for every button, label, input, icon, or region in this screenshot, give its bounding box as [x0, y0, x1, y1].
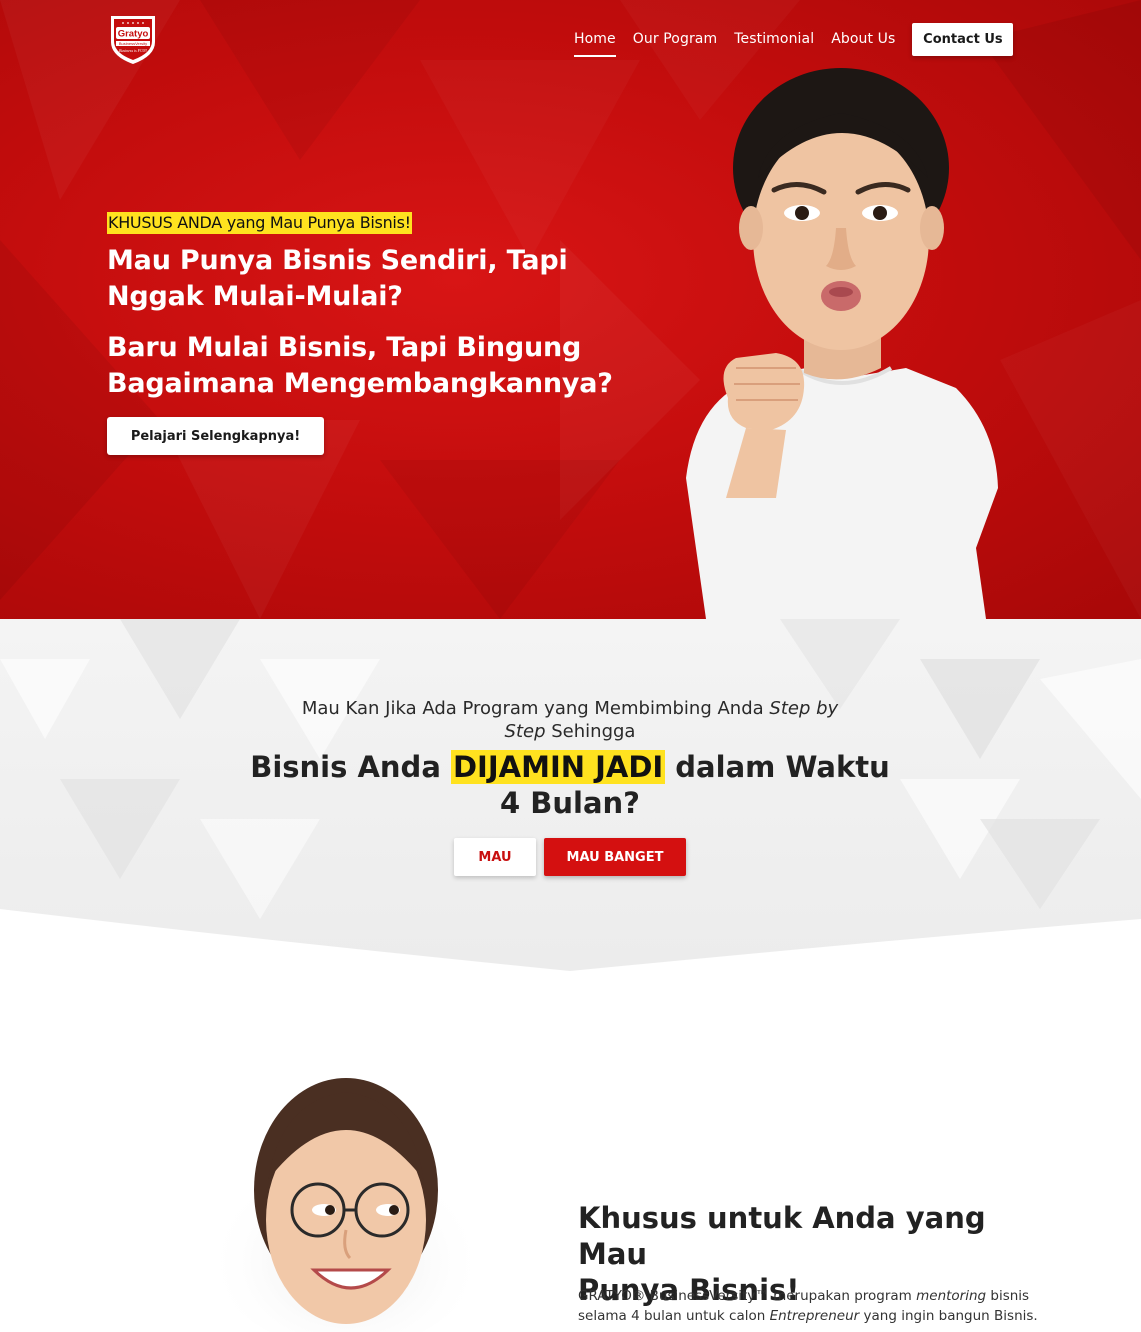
offer-intro-part2: Sehingga: [545, 721, 636, 742]
offer-intro-text: Mau Kan Jika Ada Program yang Membimbing…: [270, 697, 870, 743]
hero-section: Gratyo BusinessVersity Business is FUN! …: [0, 0, 1141, 619]
learn-more-button[interactable]: Pelajari Selengkapnya!: [107, 417, 324, 455]
contact-us-button[interactable]: Contact Us: [912, 22, 1014, 56]
mau-button[interactable]: MAU: [454, 838, 536, 876]
about-body-em2: Entrepreneur: [769, 1308, 860, 1324]
offer-headline-line2: 4 Bulan?: [499, 786, 640, 820]
hero-headline-1-line2: Nggak Mulai-Mulai?: [107, 281, 403, 312]
svg-text:Business is FUN!: Business is FUN!: [119, 48, 148, 53]
hero-headline-2-line1: Baru Mulai Bisnis, Tapi Bingung: [107, 332, 582, 363]
hero-headline-1: Mau Punya Bisnis Sendiri, Tapi Nggak Mul…: [107, 243, 667, 315]
hero-person-image: [686, 68, 998, 619]
nav-testimonial[interactable]: Testimonial: [734, 22, 814, 56]
nav-home[interactable]: Home: [574, 22, 616, 57]
gratyo-logo[interactable]: Gratyo BusinessVersity Business is FUN!: [107, 12, 159, 66]
mau-banget-button[interactable]: MAU BANGET: [544, 838, 686, 876]
offer-intro-em1: Step by: [769, 698, 839, 719]
about-body-em1: mentoring: [916, 1288, 987, 1304]
offer-intro-em2: Step: [504, 721, 546, 742]
about-body-text: GRATYO® BusinessVersity™ merupakan progr…: [578, 1286, 1048, 1326]
nav-about-us[interactable]: About Us: [831, 22, 895, 56]
hero-text-block: KHUSUS ANDA yang Mau Punya Bisnis! Mau P…: [107, 212, 667, 402]
about-body-part4: yang ingin bangun Bisnis.: [859, 1308, 1038, 1324]
hero-headline-2: Baru Mulai Bisnis, Tapi Bingung Bagaiman…: [107, 330, 667, 402]
about-title-line1: Khusus untuk Anda yang Mau: [578, 1201, 986, 1271]
main-nav: Home Our Pogram Testimonial About Us Con…: [574, 22, 1014, 57]
offer-headline: Bisnis Anda DIJAMIN JADI dalam Waktu 4 B…: [250, 749, 890, 821]
hero-headline-2-line2: Bagaimana Mengembangkannya?: [107, 368, 613, 399]
hero-headline-1-line1: Mau Punya Bisnis Sendiri, Tapi: [107, 245, 568, 276]
offer-headline-before: Bisnis Anda: [250, 750, 451, 784]
nav-our-program[interactable]: Our Pogram: [633, 22, 717, 56]
about-person-image: [206, 1078, 486, 1332]
offer-intro-part1: Mau Kan Jika Ada Program yang Membimbing…: [301, 698, 770, 719]
svg-text:BusinessVersity: BusinessVersity: [119, 41, 147, 46]
hero-eyebrow: KHUSUS ANDA yang Mau Punya Bisnis!: [107, 212, 412, 234]
svg-text:Gratyo: Gratyo: [118, 29, 149, 40]
offer-section: Mau Kan Jika Ada Program yang Membimbing…: [0, 619, 1141, 979]
offer-headline-highlight: DIJAMIN JADI: [450, 750, 666, 784]
offer-headline-after: dalam Waktu: [665, 750, 890, 784]
about-body-part2: bisnis: [986, 1288, 1030, 1304]
about-body-part3: selama 4 bulan untuk calon: [578, 1308, 770, 1324]
about-body-part1: GRATYO® BusinessVersity™ merupakan progr…: [578, 1288, 917, 1304]
